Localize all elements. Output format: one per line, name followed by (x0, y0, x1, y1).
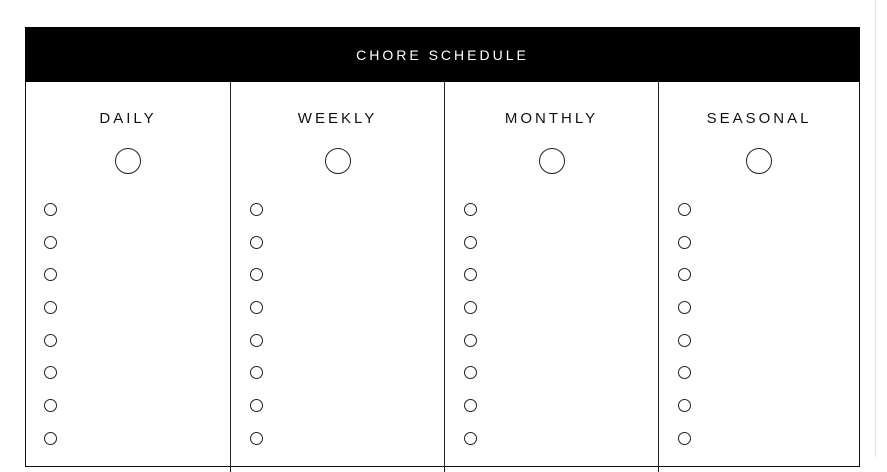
checklist-item (678, 300, 691, 333)
checkbox-circle[interactable] (678, 301, 691, 315)
checklist-item (44, 235, 57, 268)
checklist-item (464, 235, 477, 268)
checklist-item (464, 267, 477, 300)
checkbox-circle[interactable] (250, 431, 263, 445)
page-edge-divider (875, 0, 876, 457)
checklist-item (678, 267, 691, 300)
checklist-item (250, 333, 263, 366)
checklist-item (250, 267, 263, 300)
column-heading-weekly: WEEKLY (297, 110, 378, 127)
checklist-item (678, 365, 691, 398)
checkbox-circle[interactable] (250, 399, 263, 413)
checklist-item (464, 300, 477, 333)
checkbox-circle[interactable] (250, 235, 263, 249)
checkbox-circle[interactable] (678, 366, 691, 380)
page-title: CHORE SCHEDULE (356, 46, 529, 63)
checklist-item (250, 431, 263, 464)
checklist-item (44, 431, 57, 464)
checklist-item (44, 202, 57, 235)
checklist-item (678, 333, 691, 366)
checklist-item (678, 398, 691, 431)
checkbox-circle[interactable] (44, 203, 57, 216)
column-heading-monthly: MONTHLY (504, 110, 599, 127)
column-weekly: WEEKLY (230, 82, 444, 472)
column-seasonal: SEASONAL (658, 82, 859, 472)
checkbox-circle[interactable] (44, 235, 57, 249)
column-monthly: MONTHLY (444, 82, 658, 472)
checkbox-circle[interactable] (44, 301, 57, 315)
checklist-item (250, 300, 263, 333)
checklist-daily (44, 202, 57, 464)
checklist-item (250, 202, 263, 235)
checkbox-circle[interactable] (44, 431, 57, 445)
title-bar: CHORE SCHEDULE (25, 27, 860, 82)
checkbox-circle[interactable] (678, 333, 691, 347)
checklist-item (44, 365, 57, 398)
checklist-monthly (464, 202, 477, 464)
checkbox-circle[interactable] (250, 268, 263, 282)
checkbox-circle[interactable] (464, 235, 477, 249)
chore-schedule-sheet: CHORE SCHEDULE DAILY WEEKLY MONTHLY SEAS… (25, 27, 860, 472)
checkbox-circle[interactable] (464, 333, 477, 347)
checklist-item (250, 365, 263, 398)
checklist-item (678, 235, 691, 268)
checkbox-circle[interactable] (250, 366, 263, 380)
checklist-item (464, 333, 477, 366)
checkbox-circle[interactable] (464, 399, 477, 413)
column-heading-seasonal: SEASONAL (706, 110, 812, 127)
column-circle-daily[interactable] (115, 148, 141, 174)
checklist-item (44, 300, 57, 333)
schedule-columns: DAILY WEEKLY MONTHLY SEASONAL (26, 82, 859, 472)
checkbox-circle[interactable] (678, 399, 691, 413)
checklist-weekly (250, 202, 263, 464)
checklist-item (464, 202, 477, 235)
checkbox-circle[interactable] (250, 301, 263, 315)
checkbox-circle[interactable] (678, 235, 691, 249)
checkbox-circle[interactable] (678, 203, 691, 216)
checkbox-circle[interactable] (250, 203, 263, 216)
column-daily: DAILY (26, 82, 230, 472)
checklist-item (250, 235, 263, 268)
checklist-item (44, 267, 57, 300)
checklist-item (44, 398, 57, 431)
checkbox-circle[interactable] (678, 431, 691, 445)
checklist-item (678, 202, 691, 235)
column-circle-weekly[interactable] (324, 148, 351, 174)
checklist-item (678, 431, 691, 464)
column-circle-seasonal[interactable] (746, 148, 772, 174)
checkbox-circle[interactable] (44, 366, 57, 380)
checkbox-circle[interactable] (464, 301, 477, 315)
column-circle-monthly[interactable] (538, 148, 565, 174)
checkbox-circle[interactable] (464, 431, 477, 445)
checkbox-circle[interactable] (44, 268, 57, 282)
checklist-seasonal (678, 202, 691, 464)
checklist-item (464, 398, 477, 431)
column-heading-daily: DAILY (99, 110, 157, 127)
checkbox-circle[interactable] (464, 268, 477, 282)
checkbox-circle[interactable] (464, 366, 477, 380)
checkbox-circle[interactable] (44, 399, 57, 413)
checklist-item (250, 398, 263, 431)
checklist-item (464, 431, 477, 464)
checkbox-circle[interactable] (44, 333, 57, 347)
checkbox-circle[interactable] (464, 203, 477, 216)
checklist-item (44, 333, 57, 366)
checkbox-circle[interactable] (678, 268, 691, 282)
checkbox-circle[interactable] (250, 333, 263, 347)
checklist-item (464, 365, 477, 398)
